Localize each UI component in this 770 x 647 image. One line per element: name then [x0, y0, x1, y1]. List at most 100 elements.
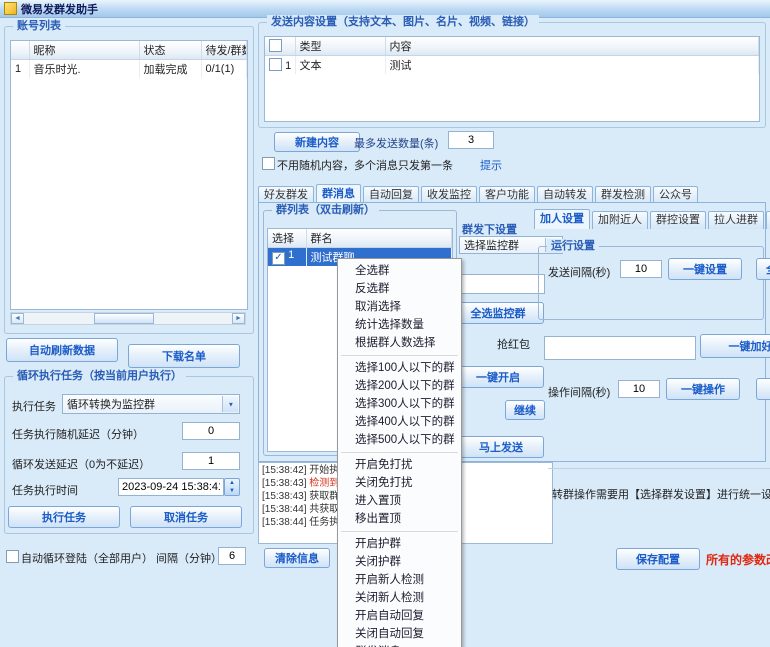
start-button[interactable]: 一键开启 [452, 366, 544, 388]
menu-item-newmember-check-on[interactable]: 开启新人检测 [338, 571, 461, 589]
main-tabstrip: 好友群发 群消息 自动回复 收发监控 客户功能 自动转发 群发检测 公众号 [258, 184, 700, 204]
tab-pull-into-group[interactable]: 拉人进群 [708, 211, 764, 229]
send-settings-label: 群发下设置 [462, 221, 517, 237]
menu-separator [341, 452, 458, 453]
auto-login-interval-input[interactable] [218, 547, 246, 565]
continue-button[interactable]: 继续 [505, 400, 545, 420]
tab-other[interactable]: 其他 [766, 211, 770, 229]
time-spinner-icon[interactable]: ▲▼ [224, 478, 240, 496]
menu-item-mute-off[interactable]: 关闭免打扰 [338, 474, 461, 492]
random-content-checkbox[interactable] [262, 157, 275, 170]
max-send-label: 最多发送数量(条) [354, 135, 438, 151]
task-type-combo[interactable]: 循环转换为监控群 [62, 394, 240, 414]
select-all-monitor-button[interactable]: 全选监控群 [452, 302, 544, 324]
op-interval-label: 操作间隔(秒) [548, 384, 610, 400]
accounts-col-nickname[interactable]: 昵称 [29, 41, 139, 60]
cancel-task-button[interactable]: 取消任务 [130, 506, 242, 528]
menu-item-group-send[interactable]: 群发消息 [338, 643, 461, 647]
window-title: 微易发群发助手 [21, 1, 98, 17]
run-task-button[interactable]: 执行任务 [8, 506, 120, 528]
group-search-input[interactable] [459, 274, 545, 294]
redpacket-label: 抢红包 [497, 336, 530, 352]
task-time-input[interactable] [118, 478, 224, 496]
run-settings-title: 运行设置 [547, 239, 599, 253]
accounts-col-select[interactable] [11, 41, 29, 60]
set-all-button[interactable]: 全部设置 [756, 258, 770, 280]
content-list[interactable]: 类型 内容 1 文本 测试 [264, 36, 760, 122]
menu-item-count-selection[interactable]: 统计选择数量 [338, 316, 461, 334]
new-content-button[interactable]: 新建内容 [274, 132, 360, 152]
tab-add-people-settings[interactable]: 加人设置 [534, 209, 590, 229]
menu-item-guard-on[interactable]: 开启护群 [338, 535, 461, 553]
one-key-op-button[interactable]: 一键操作 [666, 378, 740, 400]
tab-add-nearby[interactable]: 加附近人 [592, 211, 648, 229]
send-interval-input[interactable] [620, 260, 662, 278]
hint-text: 转群操作需要用【选择群发设置】进行统一设置 [552, 486, 770, 502]
content-col-select[interactable] [265, 37, 295, 56]
group-col-name[interactable]: 群名 [306, 229, 452, 248]
menu-item-invert-selection[interactable]: 反选群 [338, 280, 461, 298]
task-loop-input[interactable] [182, 452, 240, 470]
content-header-checkbox[interactable] [269, 39, 282, 52]
account-row[interactable]: 1 音乐时光. 加载完成 0/1(1) [11, 60, 247, 79]
one-key-set-button[interactable]: 一键设置 [668, 258, 742, 280]
menu-item-guard-off[interactable]: 关闭护群 [338, 553, 461, 571]
app-icon [4, 2, 17, 15]
menu-item-under-400[interactable]: 选择400人以下的群 [338, 413, 461, 431]
one-key-add-friend-button[interactable]: 一键加好友 [700, 334, 770, 358]
content-col-type[interactable]: 类型 [295, 37, 385, 56]
account-row-nickname: 音乐时光. [29, 60, 139, 79]
menu-item-cancel-selection[interactable]: 取消选择 [338, 298, 461, 316]
task-loop-label: 循环发送延迟（0为不延迟） [12, 456, 150, 472]
task-time-label: 任务执行时间 [12, 482, 78, 498]
menu-separator [341, 355, 458, 356]
menu-item-pin[interactable]: 进入置顶 [338, 492, 461, 510]
group-row-checkbox[interactable] [272, 252, 285, 265]
menu-item-unpin[interactable]: 移出置顶 [338, 510, 461, 528]
max-send-input[interactable] [448, 131, 494, 149]
export-list-button[interactable]: 下载名单 [128, 344, 240, 368]
menu-item-under-200[interactable]: 选择200人以下的群 [338, 377, 461, 395]
menu-item-select-all-groups[interactable]: 全选群 [338, 262, 461, 280]
accounts-list[interactable]: 昵称 状态 待发/群数 1 音乐时光. 加载完成 0/1(1) [10, 40, 248, 310]
content-col-content[interactable]: 内容 [385, 37, 759, 56]
content-row[interactable]: 1 文本 测试 [265, 56, 759, 75]
add-friend-input[interactable] [544, 336, 696, 360]
account-row-count: 0/1(1) [201, 60, 247, 79]
auto-login-checkbox[interactable] [6, 550, 19, 563]
menu-item-newmember-check-off[interactable]: 关闭新人检测 [338, 589, 461, 607]
tip-link[interactable]: 提示 [480, 157, 502, 173]
menu-item-under-300[interactable]: 选择300人以下的群 [338, 395, 461, 413]
op-all-button[interactable]: 全上传 [756, 378, 770, 400]
send-now-button[interactable]: 马上发送 [458, 436, 544, 458]
save-config-button[interactable]: 保存配置 [616, 548, 700, 570]
menu-item-under-500[interactable]: 选择500人以下的群 [338, 431, 461, 449]
content-row-type: 文本 [295, 56, 385, 75]
tab-group-message[interactable]: 群消息 [316, 184, 361, 204]
chevron-down-icon[interactable] [222, 396, 238, 412]
menu-item-autoreply-off[interactable]: 关闭自动回复 [338, 625, 461, 643]
account-row-status: 加载完成 [139, 60, 201, 79]
scroll-left-icon[interactable] [11, 313, 24, 324]
task-delay-input[interactable] [182, 422, 240, 440]
group-row-num: 1 [288, 249, 294, 261]
group-col-select[interactable]: 选择 [268, 229, 306, 248]
accounts-hscrollbar[interactable] [10, 312, 246, 325]
menu-item-mute-on[interactable]: 开启免打扰 [338, 456, 461, 474]
op-interval-input[interactable] [618, 380, 660, 398]
refresh-accounts-button[interactable]: 自动刷新数据 [6, 338, 118, 362]
tab-group-control[interactable]: 群控设置 [650, 211, 706, 229]
menu-item-autoreply-on[interactable]: 开启自动回复 [338, 607, 461, 625]
accounts-col-count[interactable]: 待发/群数 [201, 41, 247, 60]
auto-login-label: 自动循环登陆（全部用户） 间隔（分钟） [21, 550, 222, 566]
scroll-thumb[interactable] [94, 313, 154, 324]
content-row-checkbox[interactable] [269, 58, 282, 71]
accounts-col-status[interactable]: 状态 [139, 41, 201, 60]
menu-separator [341, 531, 458, 532]
hint-divider [548, 468, 770, 469]
menu-item-under-100[interactable]: 选择100人以下的群 [338, 359, 461, 377]
clear-log-button[interactable]: 清除信息 [264, 548, 330, 568]
menu-item-select-by-size[interactable]: 根据群人数选择 [338, 334, 461, 352]
content-group-title: 发送内容设置（支持文本、图片、名片、视频、链接） [267, 15, 539, 29]
scroll-right-icon[interactable] [232, 313, 245, 324]
